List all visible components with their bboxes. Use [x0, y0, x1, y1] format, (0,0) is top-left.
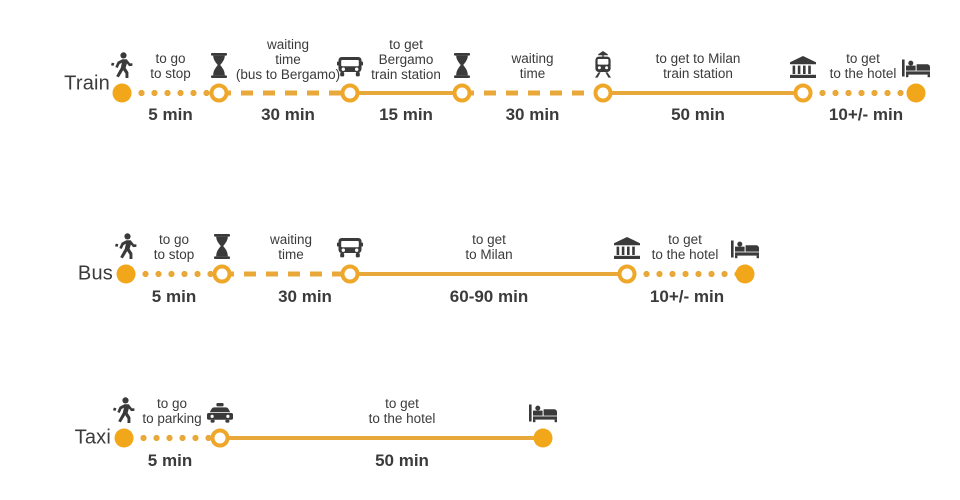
segment-line-wait-bus-to-bergamo — [219, 90, 350, 96]
node-bus-stop-wait[interactable] — [209, 83, 229, 103]
node-start-walk[interactable] — [116, 264, 136, 284]
node-hotel[interactable] — [906, 83, 926, 103]
segment-line-to-hotel — [803, 90, 916, 96]
segment-caption-train-to-milan: to get to Milan train station — [656, 51, 741, 81]
segment-duration-walk-to-stop: 5 min — [151, 287, 197, 306]
node-start-walk[interactable] — [114, 428, 134, 448]
caption-line: time — [275, 52, 301, 67]
node-train-departure[interactable] — [593, 83, 613, 103]
mode-label-bus: Bus — [77, 262, 113, 285]
node-bergamo-station-wait[interactable] — [452, 83, 472, 103]
caption-line: to the hotel — [368, 411, 436, 426]
caption-line: to get — [668, 232, 702, 247]
taxi-icon — [207, 403, 233, 423]
caption-line: train station — [371, 67, 441, 82]
bed-icon — [529, 403, 557, 423]
segment-line-bus-to-bergamo-station — [350, 91, 462, 95]
node-bus-to-bergamo[interactable] — [340, 83, 360, 103]
bed-icon — [902, 58, 930, 78]
segment-line-wait-bus — [222, 271, 350, 277]
node-bus-departure[interactable] — [340, 264, 360, 284]
caption-line: waiting — [269, 232, 313, 247]
node-bus-stop-wait[interactable] — [212, 264, 232, 284]
segment-caption-bus-to-milan: to get to Milan — [465, 232, 512, 262]
segment-line-wait-train — [462, 90, 603, 96]
segment-line-taxi-to-hotel — [220, 436, 543, 440]
caption-line: to parking — [142, 411, 202, 426]
caption-line: to get to Milan — [655, 51, 741, 66]
caption-line: to get — [385, 396, 419, 411]
bus-icon — [337, 237, 363, 259]
node-hotel[interactable] — [533, 428, 553, 448]
segment-line-walk-to-parking — [124, 435, 220, 441]
caption-line: to get — [389, 37, 423, 52]
segment-line-walk-to-stop — [126, 271, 222, 277]
segment-line-bus-to-milan — [350, 272, 627, 276]
caption-line: to stop — [150, 66, 191, 81]
node-milan-station[interactable] — [793, 83, 813, 103]
caption-line: time — [519, 66, 546, 81]
segment-line-walk-to-stop — [122, 90, 219, 96]
walking-person-icon — [113, 397, 135, 423]
infographic-travel-options: { "colors": { "accent": "#F2A71B", "line… — [0, 0, 960, 500]
segment-caption-to-hotel: to get to the hotel — [652, 232, 719, 262]
segment-caption-walk-to-stop: to go to stop — [150, 51, 191, 81]
segment-duration-to-hotel: 10+/- min — [649, 287, 725, 306]
segment-caption-taxi-to-hotel: to get to the hotel — [369, 396, 436, 426]
classical-building-icon — [614, 237, 640, 259]
caption-line: Bergamo — [378, 52, 434, 67]
bed-icon — [731, 239, 759, 259]
segment-caption-wait-bus-to-bergamo: waiting time (bus to Bergamo) — [236, 37, 340, 82]
segment-caption-wait-bus: waiting time — [270, 232, 312, 262]
walking-person-icon — [115, 233, 137, 259]
classical-building-icon — [790, 56, 816, 78]
segment-duration-wait-bus-to-bergamo: 30 min — [261, 105, 315, 124]
segment-line-to-hotel — [627, 271, 745, 277]
node-taxi-parking[interactable] — [210, 428, 230, 448]
segment-caption-walk-to-parking: to go to parking — [142, 396, 201, 426]
node-milan-station[interactable] — [617, 264, 637, 284]
caption-line: to go — [158, 232, 190, 247]
hourglass-icon — [213, 234, 231, 259]
segment-duration-train-to-milan: 50 min — [671, 105, 725, 124]
bus-icon — [337, 56, 363, 78]
segment-duration-wait-bus: 30 min — [278, 287, 332, 306]
caption-line: to the hotel — [651, 247, 719, 262]
caption-line: to stop — [153, 247, 195, 262]
segment-duration-walk-to-parking: 5 min — [147, 451, 193, 470]
segment-duration-walk-to-stop: 5 min — [148, 105, 193, 124]
segment-duration-bus-to-bergamo-station: 15 min — [379, 105, 433, 124]
segment-caption-walk-to-stop: to go to stop — [154, 232, 195, 262]
segment-line-train-to-milan — [603, 91, 803, 95]
segment-duration-taxi-to-hotel: 50 min — [375, 451, 429, 470]
mode-label-taxi: Taxi — [74, 426, 111, 449]
caption-line: to get — [472, 232, 506, 247]
caption-line: waiting — [511, 51, 554, 66]
caption-line: to go — [155, 51, 186, 66]
caption-line: (bus to Bergamo) — [235, 67, 341, 82]
caption-line: to the hotel — [829, 66, 897, 81]
caption-line: time — [278, 247, 304, 262]
segment-duration-to-hotel: 10+/- min — [828, 105, 904, 124]
mode-label-train: Train — [64, 72, 110, 95]
tram-icon — [592, 51, 614, 78]
caption-line: to Milan — [465, 247, 513, 262]
node-start-walk[interactable] — [112, 83, 132, 103]
node-hotel[interactable] — [735, 264, 755, 284]
caption-line: train station — [663, 66, 733, 81]
segment-duration-bus-to-milan: 60-90 min — [449, 287, 529, 306]
walking-person-icon — [111, 52, 133, 78]
segment-caption-to-hotel: to get to the hotel — [830, 51, 897, 81]
segment-caption-wait-train: waiting time — [511, 51, 553, 81]
caption-line: to go — [156, 396, 188, 411]
caption-line: to get — [846, 51, 880, 66]
caption-line: waiting — [266, 37, 310, 52]
segment-caption-bus-to-bergamo-station: to get Bergamo train station — [371, 37, 441, 82]
hourglass-icon — [453, 53, 471, 78]
hourglass-icon — [210, 53, 228, 78]
segment-duration-wait-train: 30 min — [505, 105, 560, 124]
